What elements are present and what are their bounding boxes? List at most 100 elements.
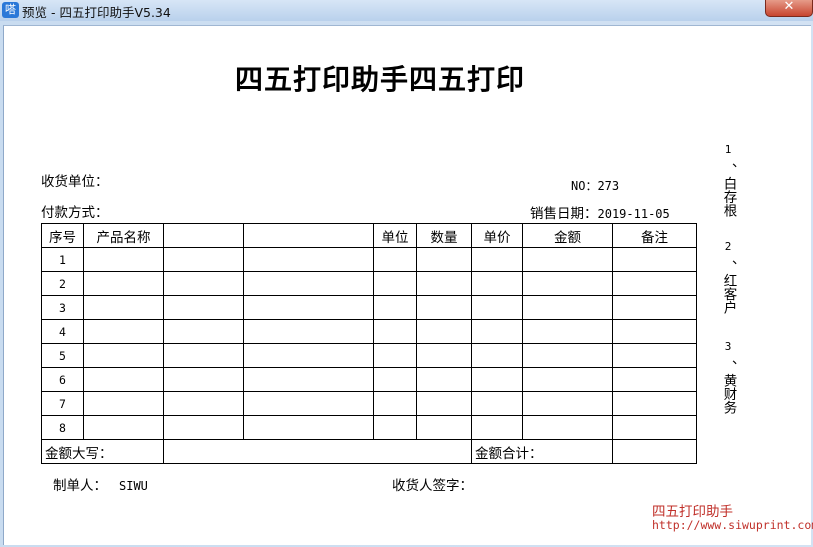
row-number: 5 (41, 343, 84, 368)
table-cell (373, 415, 417, 440)
table-cell (163, 271, 244, 296)
table-cell (522, 247, 613, 272)
watermark-name: 四五打印助手 (652, 504, 733, 520)
table-cell (471, 367, 523, 392)
header-cell: 产品名称 (83, 223, 164, 248)
table-row: 6 (41, 367, 697, 392)
amount-total-label: 金额合计： (471, 439, 613, 464)
row-number: 3 (41, 295, 84, 320)
sale-date: 销售日期：2019-11-05 (530, 202, 670, 222)
close-button[interactable]: ✕ (765, 0, 813, 17)
payment-label: 付款方式： (41, 205, 109, 221)
copy-number: 2 (724, 240, 732, 253)
header-cell (243, 223, 374, 248)
copy-white-stub: 1 、白存根 (720, 142, 737, 217)
row-number: 8 (41, 415, 84, 440)
table-cell (243, 247, 374, 272)
table-header-row: 序号 产品名称 单位 数量 单价 金额 备注 (41, 223, 697, 248)
header-cell (163, 223, 244, 248)
order-number: NO：273 (571, 177, 619, 194)
table-cell (416, 367, 472, 392)
amount-total-value (612, 439, 697, 464)
row-number: 6 (41, 367, 84, 392)
order-number-label: NO： (571, 179, 598, 193)
table-row: 8 (41, 415, 697, 440)
table-cell (471, 295, 523, 320)
close-icon: ✕ (783, 0, 795, 14)
table-cell (416, 271, 472, 296)
amount-in-words-value (163, 439, 472, 464)
table-cell (522, 415, 613, 440)
watermark-url: http://www.siwuprint.com (652, 518, 813, 532)
copy-red-customer: 2 、红客户 (720, 239, 737, 314)
copy-name: 、红客户 (720, 260, 737, 314)
table-cell (373, 295, 417, 320)
copy-name: 、黄财务 (720, 360, 737, 414)
receiver-label: 收货单位： (41, 174, 109, 190)
copy-number: 1 (724, 143, 732, 156)
row-number: 7 (41, 391, 84, 416)
table-cell (612, 391, 697, 416)
table-cell (83, 367, 164, 392)
maker-value: SIWU (119, 479, 148, 493)
table-cell (163, 319, 244, 344)
table-cell (416, 415, 472, 440)
row-number: 4 (41, 319, 84, 344)
copy-name: 、白存根 (720, 163, 737, 217)
table-cell (612, 343, 697, 368)
table-row: 2 (41, 271, 697, 296)
table-cell (416, 319, 472, 344)
table-cell (83, 295, 164, 320)
table-cell (243, 367, 374, 392)
table-cell (612, 247, 697, 272)
table-cell (83, 415, 164, 440)
window-titlebar[interactable]: 嗒 预览 - 四五打印助手V5.34 ✕ (0, 0, 813, 21)
table-cell (373, 319, 417, 344)
table-cell (163, 343, 244, 368)
table-footer-row: 金额大写： 金额合计： (41, 439, 697, 464)
table-cell (471, 247, 523, 272)
table-cell (471, 319, 523, 344)
copy-yellow-finance: 3 、黄财务 (720, 339, 737, 414)
order-number-value: 273 (597, 179, 620, 193)
sale-date-value: 2019-11-05 (597, 207, 670, 221)
header-cell: 单位 (373, 223, 417, 248)
table-cell (83, 247, 164, 272)
table-cell (471, 271, 523, 296)
header-cell: 单价 (471, 223, 523, 248)
table-cell (522, 295, 613, 320)
table-cell (416, 295, 472, 320)
table-cell (163, 367, 244, 392)
header-cell: 金额 (522, 223, 613, 248)
table-cell (163, 295, 244, 320)
table-cell (373, 367, 417, 392)
table-cell (522, 343, 613, 368)
table-cell (243, 391, 374, 416)
table-row: 7 (41, 391, 697, 416)
table-cell (83, 343, 164, 368)
table-cell (243, 271, 374, 296)
table-cell (163, 247, 244, 272)
table-cell (522, 319, 613, 344)
table-cell (243, 343, 374, 368)
amount-in-words-label: 金额大写： (41, 439, 164, 464)
sale-date-label: 销售日期： (530, 206, 598, 222)
table-cell (416, 343, 472, 368)
table-cell (612, 295, 697, 320)
document-title: 四五打印助手四五打印 (234, 63, 525, 96)
table-cell (243, 319, 374, 344)
table-cell (522, 391, 613, 416)
table-cell (416, 391, 472, 416)
maker: 制单人： SIWU (53, 474, 148, 494)
table-cell (471, 391, 523, 416)
table-cell (471, 343, 523, 368)
maker-label: 制单人： (53, 478, 107, 494)
table-cell (83, 271, 164, 296)
receiver-signature-label: 收货人签字： (392, 478, 473, 494)
header-cell: 序号 (41, 223, 84, 248)
table-cell (83, 391, 164, 416)
table-cell (373, 271, 417, 296)
table-cell (612, 271, 697, 296)
table-cell (243, 415, 374, 440)
table-row: 5 (41, 343, 697, 368)
